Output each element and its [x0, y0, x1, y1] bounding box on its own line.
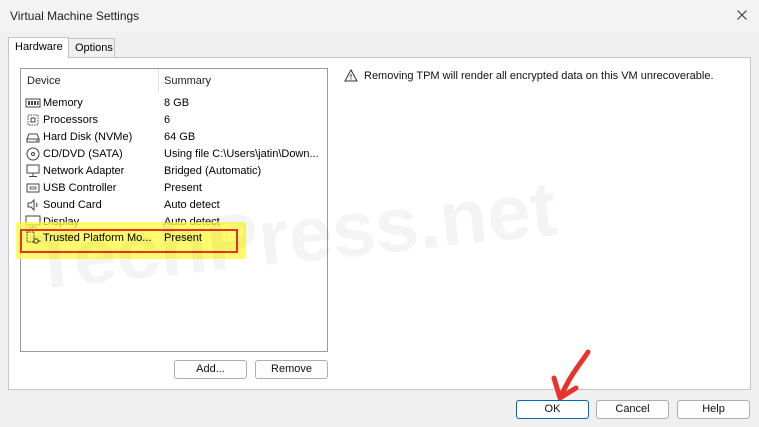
usb-icon	[26, 183, 40, 193]
close-icon	[737, 10, 747, 20]
selected-row[interactable]: Trusted Platform Mo... Present	[21, 230, 327, 247]
close-button[interactable]	[725, 0, 759, 30]
tpm-icon	[26, 231, 41, 244]
device-row-memory[interactable]: Memory 8 GB	[21, 95, 327, 112]
device-summary: Bridged (Automatic)	[164, 165, 262, 177]
column-header-device[interactable]: Device	[27, 75, 61, 87]
device-list[interactable]: Device Summary Memory 8 GB Processors 6	[20, 68, 328, 352]
warning-icon	[344, 69, 358, 82]
network-adapter-icon	[26, 164, 40, 177]
device-name: CD/DVD (SATA)	[43, 148, 123, 160]
title-bar: Virtual Machine Settings	[0, 0, 759, 32]
device-name: Hard Disk (NVMe)	[43, 131, 133, 143]
device-row-hard-disk[interactable]: Hard Disk (NVMe) 64 GB	[21, 129, 327, 146]
device-name: Network Adapter	[43, 165, 125, 177]
device-name: Sound Card	[43, 199, 102, 211]
device-row-tpm[interactable]: Trusted Platform Mo... Present	[21, 230, 327, 247]
processor-icon	[27, 114, 39, 126]
hard-disk-icon	[26, 133, 40, 143]
add-button[interactable]: Add...	[174, 360, 247, 379]
column-header-summary[interactable]: Summary	[164, 75, 211, 87]
device-row-sound-card[interactable]: Sound Card Auto detect	[21, 197, 327, 214]
device-row-processors[interactable]: Processors 6	[21, 112, 327, 129]
device-summary: Present	[164, 182, 202, 194]
tpm-warning: Removing TPM will render all encrypted d…	[344, 69, 714, 82]
device-row-display[interactable]: Display Auto detect	[21, 214, 327, 231]
speaker-icon	[27, 198, 38, 212]
memory-icon	[25, 98, 41, 108]
warning-text: Removing TPM will render all encrypted d…	[364, 69, 714, 82]
display-icon	[25, 215, 41, 228]
ok-button[interactable]: OK	[516, 400, 589, 419]
device-row-cd-dvd[interactable]: CD/DVD (SATA) Using file C:\Users\jatin\…	[21, 146, 327, 163]
device-name: Processors	[43, 114, 99, 126]
tab-options[interactable]: Options	[69, 38, 115, 57]
device-name: USB Controller	[43, 182, 117, 194]
help-button[interactable]: Help	[677, 400, 750, 419]
cd-dvd-icon	[26, 147, 40, 161]
vm-settings-window: Virtual Machine Settings Hardware Option…	[0, 0, 759, 427]
column-separator[interactable]	[158, 69, 159, 93]
device-summary: 6	[164, 114, 171, 126]
device-summary: Present	[164, 232, 202, 244]
device-summary: Auto detect	[164, 216, 220, 228]
device-summary: Using file C:\Users\jatin\Down...	[164, 148, 319, 160]
device-summary: Auto detect	[164, 199, 220, 211]
device-row-usb-controller[interactable]: USB Controller Present	[21, 180, 327, 197]
tab-hardware[interactable]: Hardware	[8, 37, 69, 58]
remove-button[interactable]: Remove	[255, 360, 328, 379]
cancel-button[interactable]: Cancel	[596, 400, 669, 419]
device-row-network-adapter[interactable]: Network Adapter Bridged (Automatic)	[21, 163, 327, 180]
device-name: Display	[43, 216, 80, 228]
device-summary: 64 GB	[164, 131, 196, 143]
window-title: Virtual Machine Settings	[10, 9, 140, 23]
device-name: Trusted Platform Mo...	[43, 232, 152, 244]
device-name: Memory	[43, 97, 83, 109]
device-summary: 8 GB	[164, 97, 190, 109]
